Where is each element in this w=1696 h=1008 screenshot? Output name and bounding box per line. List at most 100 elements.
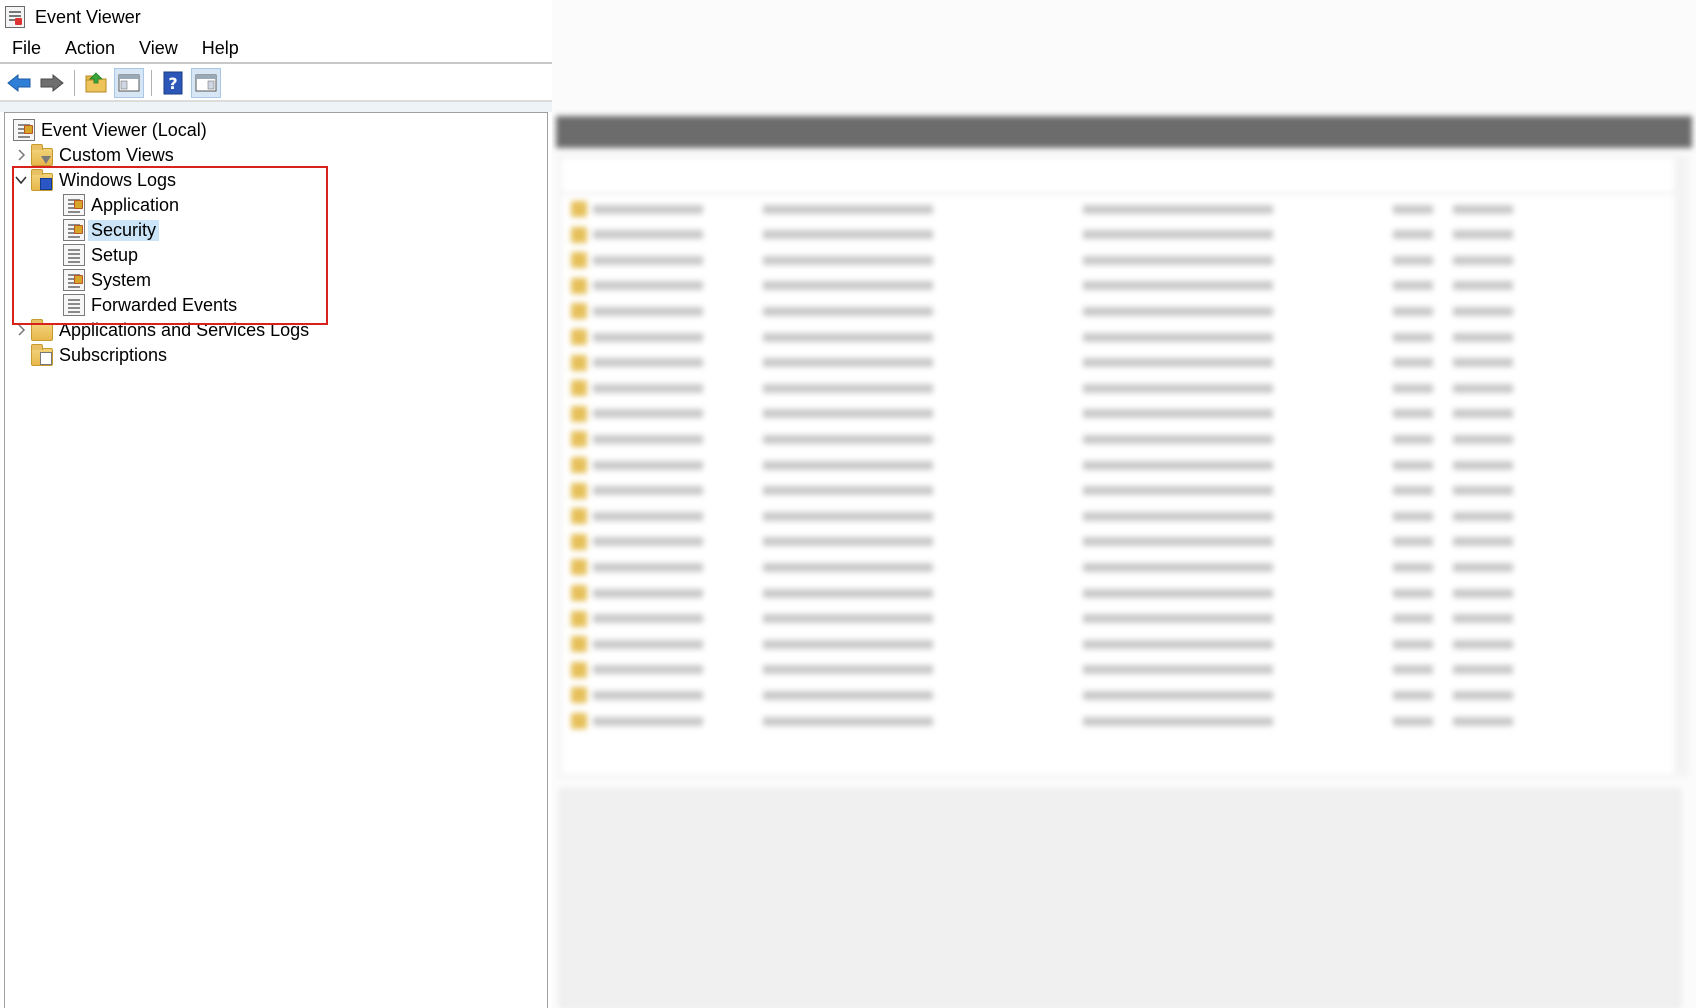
console-tree[interactable]: Event Viewer (Local) Custom Views Window… [4, 112, 548, 1008]
blurred-table-row [561, 477, 1679, 505]
toolbar-separator [74, 70, 75, 96]
blurred-cell [1083, 486, 1273, 496]
tree-item-label: Forwarded Events [91, 294, 238, 315]
tree-item-label: System [91, 269, 152, 290]
blurred-row-icon [571, 329, 587, 345]
blurred-table-row [561, 195, 1679, 223]
tree-item-root[interactable]: Event Viewer (Local) [13, 117, 207, 143]
blurred-cell [593, 690, 703, 700]
log-icon [63, 244, 85, 266]
blurred-cell [1393, 281, 1433, 291]
blurred-cell [593, 281, 703, 291]
tree-item-forwarded-events[interactable]: Forwarded Events [63, 292, 237, 318]
blurred-row-icon [571, 431, 587, 448]
menu-help[interactable]: Help [190, 38, 251, 59]
blurred-cell [763, 281, 933, 291]
menu-file[interactable]: File [0, 38, 53, 59]
blurred-row-icon [571, 713, 587, 729]
blurred-cell [1393, 665, 1433, 675]
forward-button[interactable] [37, 68, 67, 98]
help-button[interactable]: ? [158, 68, 188, 98]
blurred-cell [763, 460, 933, 470]
blurred-cell [1453, 332, 1513, 342]
blurred-cell [593, 230, 703, 240]
blurred-table-row [561, 681, 1679, 709]
blurred-cell [1393, 230, 1433, 240]
blurred-cell [593, 332, 703, 342]
blurred-cell [1453, 383, 1513, 393]
blurred-cell [763, 716, 933, 726]
blurred-cell [1083, 332, 1273, 342]
blurred-row-icon [571, 687, 587, 704]
blurred-cell [1083, 383, 1273, 393]
tree-item-setup[interactable]: Setup [63, 242, 138, 268]
blurred-cell [1393, 486, 1433, 496]
blurred-cell [1393, 358, 1433, 368]
blurred-cell [1453, 716, 1513, 726]
forward-arrow-icon [40, 73, 64, 93]
back-button[interactable] [4, 68, 34, 98]
blurred-cell [1083, 230, 1273, 240]
blurred-cell [1453, 255, 1513, 265]
blurred-cell [763, 690, 933, 700]
chevron-right-icon[interactable] [11, 317, 31, 343]
show-hide-console-tree-button[interactable] [114, 68, 144, 98]
blurred-cell [593, 434, 703, 444]
show-hide-action-pane-button[interactable] [191, 68, 221, 98]
blurred-table-row [561, 246, 1679, 274]
tree-item-custom-views[interactable]: Custom Views [11, 142, 174, 168]
blurred-cell [593, 255, 703, 265]
menu-action[interactable]: Action [53, 38, 127, 59]
blurred-cell [1083, 358, 1273, 368]
log-icon [63, 269, 85, 291]
blurred-table-row [561, 425, 1679, 453]
blurred-table-row [561, 272, 1679, 300]
chevron-right-icon[interactable] [11, 142, 31, 168]
blurred-cell [1393, 511, 1433, 521]
tree-item-subscriptions[interactable]: Subscriptions [31, 342, 167, 368]
blurred-log-header [556, 116, 1692, 148]
blurred-cell [1393, 434, 1433, 444]
tree-item-security[interactable]: Security [63, 217, 160, 243]
chevron-down-icon[interactable] [11, 167, 31, 193]
blurred-cell [1393, 716, 1433, 726]
tree-item-system[interactable]: System [63, 267, 151, 293]
blurred-row-icon [571, 201, 587, 217]
blurred-row-icon [571, 303, 587, 320]
blurred-cell [593, 665, 703, 675]
blurred-cell [593, 409, 703, 419]
blurred-cell [1453, 562, 1513, 572]
blurred-row-icon [571, 354, 587, 371]
windows-logs-folder-icon [31, 169, 53, 191]
blurred-cell [1083, 409, 1273, 419]
blurred-row-icon [571, 533, 587, 550]
blurred-row-icon [571, 661, 587, 678]
menu-view[interactable]: View [127, 38, 190, 59]
blurred-cell [1393, 204, 1433, 214]
blurred-table-row [561, 707, 1679, 735]
blurred-table-row [561, 630, 1679, 658]
tree-item-label: Custom Views [59, 144, 174, 165]
blurred-cell [593, 716, 703, 726]
blurred-cell [1083, 434, 1273, 444]
tree-item-label: Event Viewer (Local) [41, 119, 207, 140]
toolbar: ? [0, 66, 552, 100]
tree-item-application[interactable]: Application [63, 192, 179, 218]
blurred-cell [1453, 537, 1513, 547]
open-saved-log-button[interactable] [81, 68, 111, 98]
tree-item-apps-services-logs[interactable]: Applications and Services Logs [11, 317, 309, 343]
blurred-cell [1083, 562, 1273, 572]
subscriptions-folder-icon [31, 344, 53, 366]
blurred-cell [593, 306, 703, 316]
event-viewer-icon [5, 6, 25, 28]
blurred-cell [1453, 486, 1513, 496]
blurred-cell [763, 306, 933, 316]
pane-gap [0, 102, 552, 112]
blurred-table-row [561, 323, 1679, 351]
tree-item-label: Subscriptions [59, 344, 168, 365]
blurred-cell [1393, 537, 1433, 547]
blurred-cell [1083, 716, 1273, 726]
blurred-row-icon [571, 277, 587, 294]
blurred-cell [1453, 588, 1513, 598]
tree-item-windows-logs[interactable]: Windows Logs [11, 167, 176, 193]
